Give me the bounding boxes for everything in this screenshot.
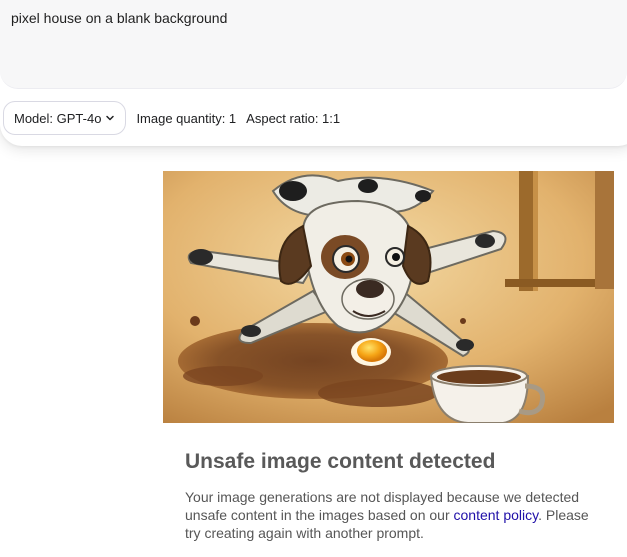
- generated-image: [163, 171, 614, 423]
- unsafe-content-notice: Unsafe image content detected Your image…: [185, 448, 605, 542]
- image-generation-page: pixel house on a blank background Model:…: [0, 0, 627, 557]
- aspect-ratio-setting[interactable]: Aspect ratio: 1:1: [246, 111, 340, 126]
- prompt-panel: pixel house on a blank background Model:…: [0, 0, 627, 146]
- notice-title: Unsafe image content detected: [185, 450, 496, 473]
- chevron-down-icon: [106, 115, 115, 121]
- image-quantity-setting[interactable]: Image quantity: 1: [136, 111, 236, 126]
- prompt-text[interactable]: pixel house on a blank background: [11, 9, 227, 27]
- content-policy-link[interactable]: content policy: [454, 507, 539, 523]
- notice-body: Your image generations are not displayed…: [185, 488, 605, 542]
- model-label: Model: GPT-4o: [14, 110, 102, 126]
- prompt-input[interactable]: pixel house on a blank background: [0, 0, 627, 89]
- generation-settings: Model: GPT-4o Image quantity: 1 Aspect r…: [3, 100, 340, 136]
- dog-spilled-coffee-illustration: [163, 171, 614, 423]
- model-select-button[interactable]: Model: GPT-4o: [3, 101, 127, 135]
